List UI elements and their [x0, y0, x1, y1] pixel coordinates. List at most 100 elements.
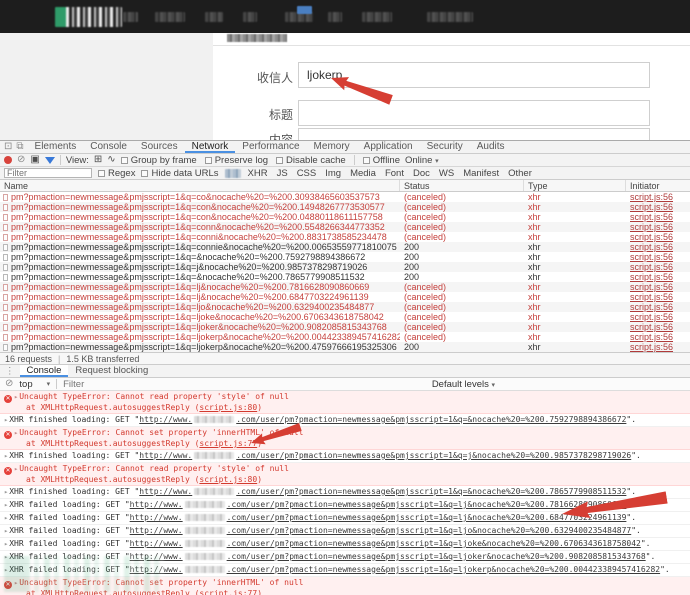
table-row[interactable]: pm?pmaction=newmessage&pmjsscript=1&q=lj… — [0, 312, 690, 322]
console-xhr-message[interactable]: ▸XHR finished loading: GET "http://www..… — [0, 486, 690, 499]
request-url-link[interactable]: http://www..com/user/pm?pmaction=newmess… — [130, 552, 646, 561]
type-filter-img[interactable]: Img — [324, 168, 342, 179]
network-filter-input[interactable] — [4, 168, 92, 178]
initiator-link[interactable]: script.js:56 — [630, 312, 673, 322]
type-filter-font[interactable]: Font — [384, 168, 405, 179]
filter-funnel-icon[interactable] — [45, 157, 55, 164]
source-location-link[interactable]: script.js:77 — [199, 439, 257, 448]
preserve-log-checkbox[interactable]: Preserve log — [205, 155, 268, 166]
column-header-initiator[interactable]: Initiator — [626, 180, 690, 191]
nav-item-blurred[interactable] — [243, 12, 257, 22]
request-url-link[interactable]: http://www..com/user/pm?pmaction=newmess… — [130, 539, 641, 548]
request-url-link[interactable]: http://www..com/user/pm?pmaction=newmess… — [139, 487, 626, 496]
table-row[interactable]: pm?pmaction=newmessage&pmjsscript=1&q=co… — [0, 202, 690, 212]
initiator-link[interactable]: script.js:56 — [630, 222, 673, 232]
nav-item-blurred[interactable] — [427, 12, 473, 22]
request-url-link[interactable]: http://www..com/user/pm?pmaction=newmess… — [130, 526, 632, 535]
recipient-input[interactable] — [298, 62, 650, 88]
tab-performance[interactable]: Performance — [235, 141, 306, 153]
table-row[interactable]: pm?pmaction=newmessage&pmjsscript=1&q=lj… — [0, 332, 690, 342]
group-by-frame-checkbox[interactable]: Group by frame — [121, 155, 197, 166]
request-url-link[interactable]: http://www..com/user/pm?pmaction=newmess… — [130, 513, 627, 522]
checkbox-icon[interactable] — [121, 157, 128, 164]
clear-console-icon[interactable]: ⊘ — [5, 379, 13, 389]
type-filter-ws[interactable]: WS — [438, 168, 455, 179]
initiator-link[interactable]: script.js:56 — [630, 342, 673, 352]
initiator-link[interactable]: script.js:56 — [630, 252, 673, 262]
type-filter-js[interactable]: JS — [276, 168, 289, 179]
console-context-select[interactable]: top▾ — [19, 379, 50, 390]
initiator-link[interactable]: script.js:56 — [630, 242, 673, 252]
console-xhr-message[interactable]: ▸XHR failed loading: GET "http://www..co… — [0, 551, 690, 564]
checkbox-icon[interactable] — [141, 170, 148, 177]
console-error-message[interactable]: ✕▸Uncaught TypeError: Cannot set propert… — [0, 427, 690, 450]
drawer-tab-request-blocking[interactable]: Request blocking — [68, 365, 155, 377]
tab-sources[interactable]: Sources — [134, 141, 185, 153]
subject-input[interactable] — [298, 100, 650, 126]
table-row[interactable]: pm?pmaction=newmessage&pmjsscript=1&q=lj… — [0, 322, 690, 332]
source-location-link[interactable]: script.js:80 — [199, 475, 257, 484]
console-xhr-message[interactable]: ▸XHR failed loading: GET "http://www..co… — [0, 512, 690, 525]
type-filter-xhr[interactable]: XHR — [247, 168, 269, 179]
table-row[interactable]: pm?pmaction=newmessage&pmjsscript=1&q=lj… — [0, 342, 690, 352]
nav-item-blurred[interactable] — [155, 12, 185, 22]
device-toolbar-icon[interactable]: ⧉ — [16, 142, 23, 152]
table-row[interactable]: pm?pmaction=newmessage&pmjsscript=1&q=lj… — [0, 292, 690, 302]
request-url-link[interactable]: http://www..com/user/pm?pmaction=newmess… — [130, 565, 660, 574]
table-row[interactable]: pm?pmaction=newmessage&pmjsscript=1&q=co… — [0, 222, 690, 232]
nav-item-blurred[interactable] — [328, 12, 342, 22]
record-network-log-icon[interactable] — [4, 156, 12, 164]
table-row[interactable]: pm?pmaction=newmessage&pmjsscript=1&q=&n… — [0, 272, 690, 282]
table-row[interactable]: pm?pmaction=newmessage&pmjsscript=1&q=co… — [0, 192, 690, 202]
nav-item-blurred[interactable] — [123, 12, 138, 22]
drawer-tab-console[interactable]: Console — [20, 365, 69, 377]
request-url-link[interactable]: http://www..com/user/pm?pmaction=newmess… — [139, 451, 631, 460]
initiator-link[interactable]: script.js:56 — [630, 272, 673, 282]
console-xhr-message[interactable]: ▸XHR failed loading: GET "http://www..co… — [0, 564, 690, 577]
initiator-link[interactable]: script.js:56 — [630, 192, 673, 202]
initiator-link[interactable]: script.js:56 — [630, 262, 673, 272]
content-textarea[interactable] — [298, 128, 650, 140]
initiator-link[interactable]: script.js:56 — [630, 212, 673, 222]
table-row[interactable]: pm?pmaction=newmessage&pmjsscript=1&q=j&… — [0, 262, 690, 272]
request-url-link[interactable]: http://www..com/user/pm?pmaction=newmess… — [130, 500, 627, 509]
source-location-link[interactable]: script.js:80 — [199, 403, 257, 412]
inspect-element-icon[interactable]: ⊡ — [4, 142, 12, 152]
nav-item-blurred[interactable] — [205, 12, 223, 22]
type-filter-manifest[interactable]: Manifest — [462, 168, 500, 179]
regex-checkbox[interactable]: Regex — [98, 168, 135, 179]
clear-network-icon[interactable]: ⊘ — [17, 155, 25, 165]
type-filter-other[interactable]: Other — [507, 168, 533, 179]
tab-console[interactable]: Console — [83, 141, 134, 153]
console-xhr-message[interactable]: ▸XHR failed loading: GET "http://www..co… — [0, 525, 690, 538]
site-logo[interactable] — [55, 7, 122, 27]
console-xhr-message[interactable]: ▸XHR finished loading: GET "http://www..… — [0, 414, 690, 427]
tab-memory[interactable]: Memory — [307, 141, 357, 153]
online-throttling-select[interactable]: Online ▾ — [405, 155, 439, 166]
checkbox-icon[interactable] — [363, 157, 370, 164]
console-xhr-message[interactable]: ▸XHR finished loading: GET "http://www..… — [0, 450, 690, 463]
drawer-menu-icon[interactable]: ⋮ — [0, 365, 20, 377]
table-row[interactable]: pm?pmaction=newmessage&pmjsscript=1&q=lj… — [0, 282, 690, 292]
nav-item-blurred[interactable] — [362, 12, 392, 22]
initiator-link[interactable]: script.js:56 — [630, 202, 673, 212]
console-filter-input[interactable] — [63, 379, 263, 390]
table-row[interactable]: pm?pmaction=newmessage&pmjsscript=1&q=co… — [0, 212, 690, 222]
checkbox-icon[interactable] — [276, 157, 283, 164]
initiator-link[interactable]: script.js:56 — [630, 322, 673, 332]
console-error-message[interactable]: ✕▸Uncaught TypeError: Cannot set propert… — [0, 577, 690, 595]
initiator-link[interactable]: script.js:56 — [630, 302, 673, 312]
view-waterfall-icon[interactable]: ∿ — [107, 155, 115, 165]
table-row[interactable]: pm?pmaction=newmessage&pmjsscript=1&q=&n… — [0, 252, 690, 262]
console-levels-select[interactable]: Default levels ▾ — [432, 379, 685, 390]
table-row[interactable]: pm?pmaction=newmessage&pmjsscript=1&q=co… — [0, 232, 690, 242]
initiator-link[interactable]: script.js:56 — [630, 232, 673, 242]
column-header-status[interactable]: Status — [400, 180, 524, 191]
source-location-link[interactable]: script.js:77 — [199, 589, 257, 595]
request-url-link[interactable]: http://www..com/user/pm?pmaction=newmess… — [139, 415, 626, 424]
checkbox-icon[interactable] — [98, 170, 105, 177]
tab-elements[interactable]: Elements — [28, 141, 84, 153]
tab-security[interactable]: Security — [420, 141, 470, 153]
initiator-link[interactable]: script.js:56 — [630, 282, 673, 292]
offline-checkbox[interactable]: Offline — [363, 155, 400, 166]
